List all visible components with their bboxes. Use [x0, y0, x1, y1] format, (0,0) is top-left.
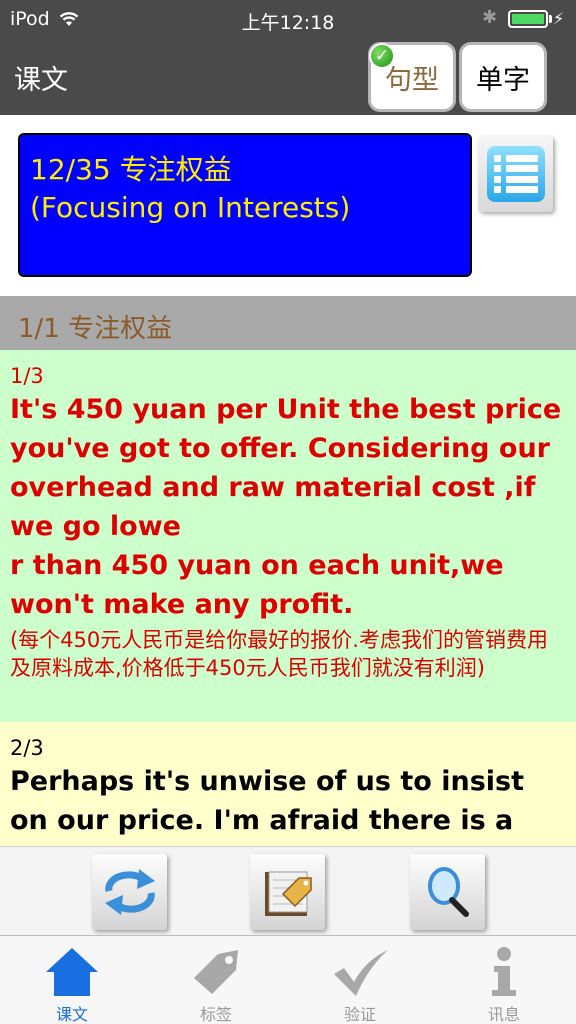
- sentence-item[interactable]: 1/3 It's 450 yuan per Unit the best pric…: [0, 350, 576, 722]
- tab-lesson[interactable]: 课文: [0, 936, 144, 1024]
- tab-bar: 课文 标签 验证 讯息: [0, 935, 576, 1024]
- bookmark-button[interactable]: [250, 854, 325, 930]
- tab-label: 验证: [343, 1005, 376, 1024]
- tag-icon: [194, 949, 238, 994]
- page-title: 课文: [14, 65, 68, 96]
- repeat-button[interactable]: [92, 854, 167, 930]
- word-mode-button[interactable]: 单字: [459, 42, 547, 112]
- tab-tags[interactable]: 标签: [144, 936, 288, 1024]
- sentence-chinese: (每个450元人民币是给你最好的报价.考虑我们的管销费用及原料成本,价格低于45…: [10, 628, 548, 680]
- magnifier-icon: [427, 867, 469, 917]
- charging-icon: ⚡: [553, 9, 565, 28]
- sentence-english: Perhaps it's unwise of us to insist on o…: [10, 766, 525, 854]
- sentence-english: It's 450 yuan per Unit the best price yo…: [10, 394, 562, 620]
- battery-tip: [549, 15, 552, 23]
- repeat-icon: [104, 869, 155, 915]
- info-icon: [492, 946, 516, 996]
- lesson-list-button[interactable]: [478, 136, 553, 212]
- home-icon: [46, 947, 98, 996]
- sentence-item[interactable]: 2/3 Perhaps it's unwise of us to insist …: [0, 722, 576, 854]
- tab-label: 课文: [55, 1005, 88, 1024]
- sentence-index: 2/3: [10, 736, 44, 760]
- selected-check-icon: ✓: [369, 43, 395, 69]
- checkmark-icon: [334, 949, 388, 996]
- tab-label: 讯息: [487, 1005, 520, 1024]
- toolbar: [0, 846, 576, 935]
- lesson-english-title: (Focusing on Interests): [30, 191, 351, 224]
- tab-verify[interactable]: 验证: [288, 936, 432, 1024]
- bluetooth-icon: ✱: [482, 7, 498, 28]
- bookmark-tag-icon: [264, 871, 312, 916]
- list-icon: [486, 146, 545, 202]
- search-button[interactable]: [410, 854, 485, 930]
- section-header: 1/1 专注权益: [0, 296, 576, 350]
- status-bar: iPod 上午12:18 ✱ ⚡: [0, 0, 576, 38]
- lesson-title-box: 12/35 专注权益 (Focusing on Interests): [18, 133, 472, 277]
- battery-icon: [508, 10, 548, 28]
- lesson-number-title: 12/35 专注权益: [30, 153, 232, 186]
- nav-bar: 课文 句型 单字: [0, 38, 576, 115]
- tab-label: 标签: [199, 1005, 232, 1024]
- tab-info[interactable]: 讯息: [432, 936, 576, 1024]
- sentence-index: 1/3: [10, 364, 44, 388]
